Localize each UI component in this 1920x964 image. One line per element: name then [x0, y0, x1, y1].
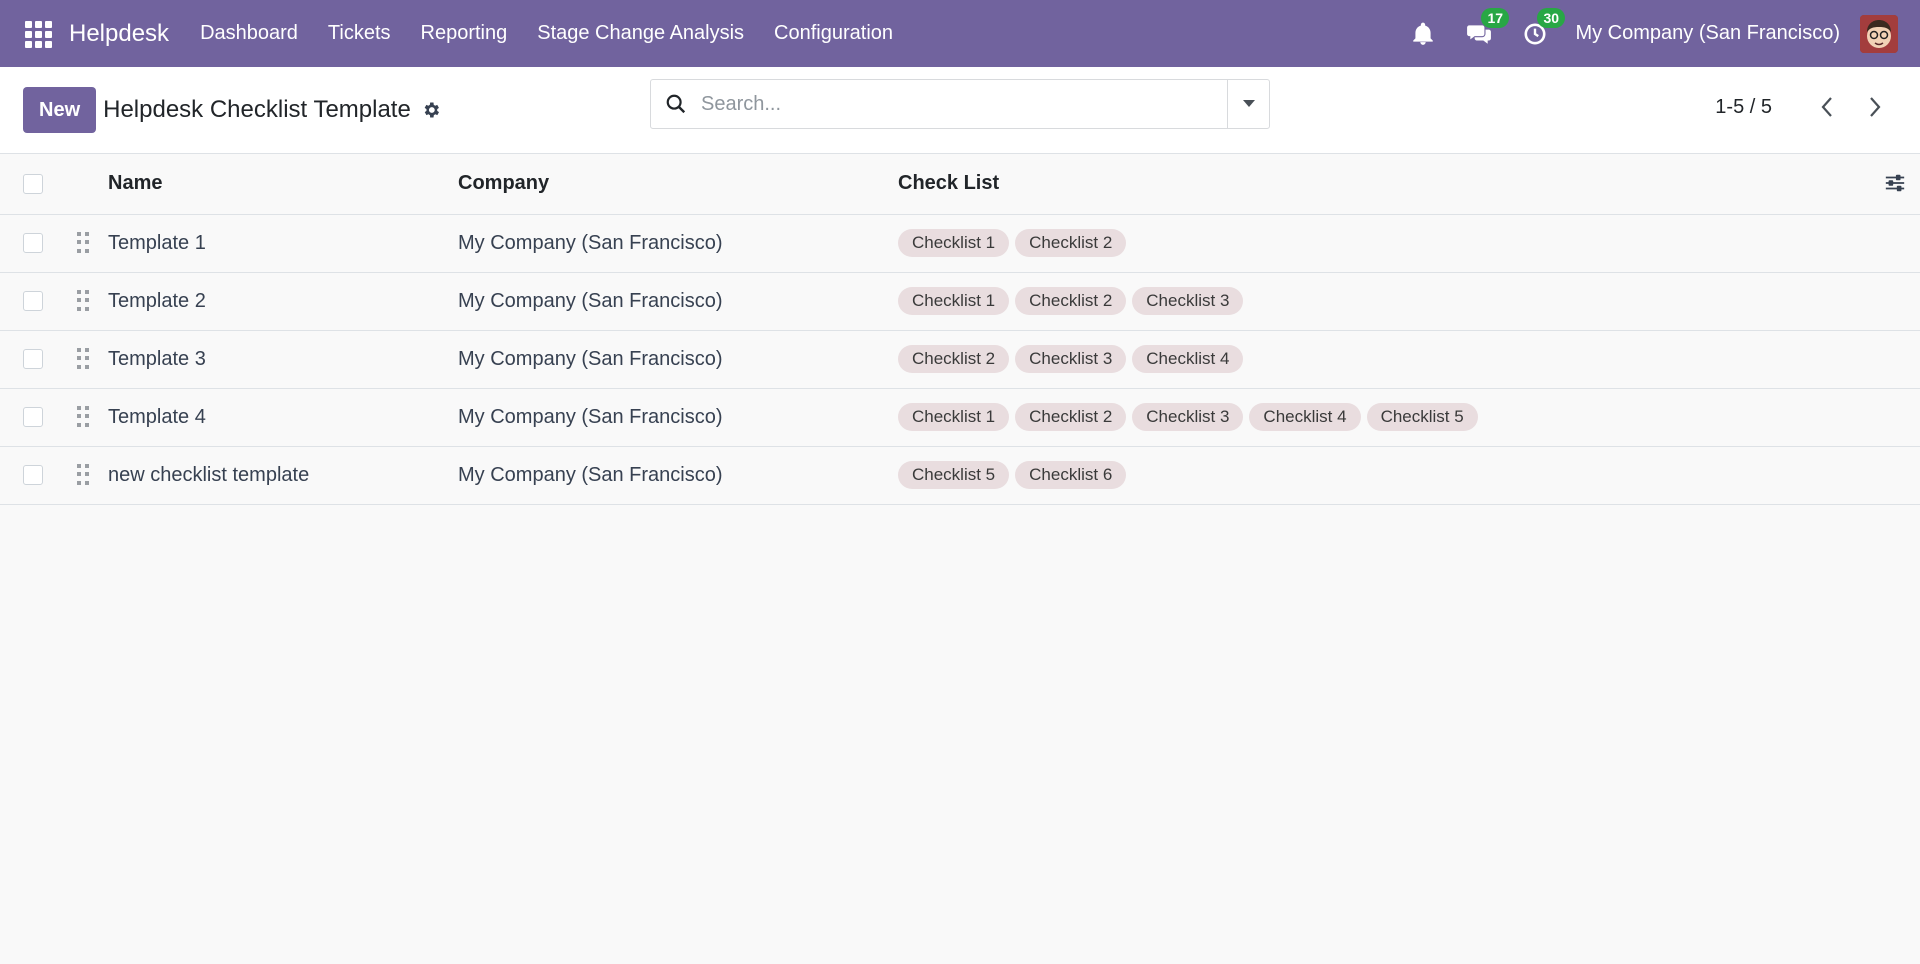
table-row[interactable]: Template 1 My Company (San Francisco) Ch… [0, 214, 1920, 273]
list-table: Name Company Check List Template 1 My Co… [0, 154, 1920, 505]
chevron-left-icon [1821, 97, 1832, 117]
caret-down-icon [1242, 100, 1255, 107]
menu-item-configuration[interactable]: Configuration [759, 22, 908, 45]
pager-next-button[interactable] [1860, 87, 1890, 127]
menu-item-stage-change-analysis[interactable]: Stage Change Analysis [522, 22, 759, 45]
checklist-tag: Checklist 2 [898, 345, 1010, 373]
checklist-tag: Checklist 3 [1132, 287, 1244, 315]
apps-menu-icon[interactable] [22, 18, 53, 49]
cell-company: My Company (San Francisco) [458, 446, 898, 505]
gear-icon[interactable] [421, 100, 441, 120]
cell-name: Template 1 [108, 214, 458, 273]
search-input[interactable] [701, 80, 1227, 128]
cell-name: Template 4 [108, 388, 458, 447]
row-checkbox[interactable] [23, 465, 43, 486]
pager: 1-5 / 5 [1715, 87, 1890, 127]
activities-count-badge: 30 [1537, 7, 1566, 28]
chevron-right-icon [1870, 97, 1881, 117]
activity-clock-icon[interactable]: 30 [1521, 7, 1566, 48]
menu-item-tickets[interactable]: Tickets [313, 22, 406, 45]
handle-column-header [66, 154, 108, 215]
row-checkbox[interactable] [23, 349, 43, 370]
table-row[interactable]: Template 2 My Company (San Francisco) Ch… [0, 272, 1920, 331]
drag-handle-icon[interactable] [77, 348, 91, 370]
cell-name: new checklist template [108, 446, 458, 505]
drag-handle-icon[interactable] [77, 406, 91, 428]
checklist-tag: Checklist 4 [1249, 403, 1361, 431]
table-row[interactable]: new checklist template My Company (San F… [0, 446, 1920, 505]
cell-company: My Company (San Francisco) [458, 388, 898, 447]
cell-company: My Company (San Francisco) [458, 330, 898, 389]
search-icon [651, 80, 701, 128]
table-row[interactable]: Template 3 My Company (San Francisco) Ch… [0, 330, 1920, 389]
checklist-tag: Checklist 1 [898, 229, 1010, 257]
cell-checklist: Checklist 1 Checklist 2 Checklist 3 [898, 272, 1920, 331]
row-checkbox[interactable] [23, 407, 43, 428]
checklist-tag: Checklist 2 [1015, 287, 1127, 315]
menu-item-reporting[interactable]: Reporting [406, 22, 523, 45]
checklist-tag: Checklist 1 [898, 287, 1010, 315]
checklist-tag: Checklist 5 [898, 461, 1010, 489]
new-button[interactable]: New [23, 87, 97, 133]
table-header-row: Name Company Check List [0, 154, 1920, 215]
optional-columns-icon[interactable] [1884, 172, 1906, 194]
page-title: Helpdesk Checklist Template [103, 96, 411, 123]
app-brand[interactable]: Helpdesk [69, 20, 169, 48]
column-header-checklist[interactable]: Check List [898, 154, 1920, 215]
pager-value[interactable]: 1-5 / 5 [1715, 96, 1772, 119]
drag-handle-icon[interactable] [77, 232, 91, 254]
column-header-checklist-label: Check List [898, 172, 1000, 195]
row-checkbox[interactable] [23, 291, 43, 312]
control-panel: New Helpdesk Checklist Template 1-5 / 5 [0, 67, 1920, 154]
select-all-checkbox[interactable] [23, 173, 43, 194]
user-avatar[interactable] [1860, 14, 1898, 53]
navbar-systray: 17 30 My Company (San Francisco) [1395, 7, 1898, 53]
cell-company: My Company (San Francisco) [458, 214, 898, 273]
cell-checklist: Checklist 2 Checklist 3 Checklist 4 [898, 330, 1920, 389]
cell-name: Template 2 [108, 272, 458, 331]
checklist-tag: Checklist 3 [1015, 345, 1127, 373]
cell-name: Template 3 [108, 330, 458, 389]
column-header-name[interactable]: Name [108, 154, 458, 215]
cell-checklist: Checklist 1 Checklist 2 Checklist 3 Checkli… [898, 388, 1920, 447]
checklist-tag: Checklist 6 [1015, 461, 1127, 489]
cell-checklist: Checklist 1 Checklist 2 [898, 214, 1920, 273]
cell-company: My Company (San Francisco) [458, 272, 898, 331]
messages-icon[interactable]: 17 [1465, 7, 1510, 48]
table-row[interactable]: Template 4 My Company (San Francisco) Ch… [0, 388, 1920, 447]
pager-previous-button[interactable] [1812, 87, 1842, 127]
search-bar [650, 79, 1270, 129]
checklist-tag: Checklist 4 [1132, 345, 1244, 373]
company-switcher[interactable]: My Company (San Francisco) [1575, 22, 1840, 45]
drag-handle-icon[interactable] [77, 290, 91, 312]
checklist-tag: Checklist 2 [1015, 403, 1127, 431]
messages-count-badge: 17 [1481, 7, 1510, 28]
cell-checklist: Checklist 5 Checklist 6 [898, 446, 1920, 505]
search-options-toggle[interactable] [1227, 80, 1269, 128]
checklist-tag: Checklist 5 [1366, 403, 1478, 431]
checklist-tag: Checklist 3 [1132, 403, 1244, 431]
column-header-company[interactable]: Company [458, 154, 898, 215]
menu-item-dashboard[interactable]: Dashboard [185, 22, 313, 45]
top-navbar: Helpdesk Dashboard Tickets Reporting Sta… [0, 0, 1920, 67]
row-checkbox[interactable] [23, 233, 43, 254]
checklist-tag: Checklist 2 [1015, 229, 1127, 257]
bell-icon[interactable] [1409, 20, 1437, 48]
checklist-tag: Checklist 1 [898, 403, 1010, 431]
drag-handle-icon[interactable] [77, 464, 91, 486]
